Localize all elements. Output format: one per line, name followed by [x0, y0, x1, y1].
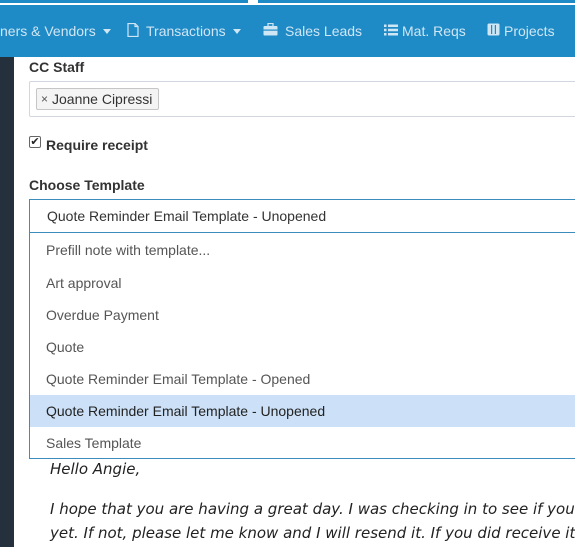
cc-staff-tag-label: Joanne Cipressi — [52, 91, 153, 107]
nav-projects[interactable]: Projects — [487, 20, 555, 42]
document-icon — [127, 22, 139, 40]
nav-sales-leads-label: Sales Leads — [285, 23, 363, 39]
choose-template-label: Choose Template — [29, 177, 145, 193]
remove-tag-icon[interactable]: × — [41, 89, 48, 109]
nav-mat-reqs[interactable]: Mat. Reqs — [384, 20, 466, 42]
chevron-down-icon — [232, 28, 241, 34]
template-option[interactable]: Sales Template — [30, 427, 575, 459]
email-body-line: I hope that you are having a great day. … — [50, 500, 575, 518]
list-icon — [384, 23, 398, 39]
nav-mat-reqs-label: Mat. Reqs — [402, 23, 466, 39]
template-option[interactable]: Prefill note with template... — [30, 233, 575, 267]
briefcase-icon — [263, 22, 278, 39]
cc-staff-label: CC Staff — [29, 59, 85, 75]
template-option[interactable]: Art approval — [30, 267, 575, 299]
nav-transactions[interactable]: Transactions — [127, 20, 241, 42]
email-body-line: yet. If not, please let me know and I wi… — [50, 524, 575, 542]
require-receipt-label[interactable]: Require receipt — [46, 137, 148, 153]
nav-projects-label: Projects — [504, 23, 555, 39]
nav-transactions-label: Transactions — [146, 23, 226, 39]
template-option[interactable]: Overdue Payment — [30, 299, 575, 331]
cc-staff-tag[interactable]: × Joanne Cipressi — [36, 88, 160, 110]
top-strip — [0, 0, 575, 5]
nav-sales-leads[interactable]: Sales Leads — [263, 20, 362, 42]
nav-customers-vendors[interactable]: ners & Vendors — [0, 20, 111, 42]
template-dropdown: Prefill note with template... Art approv… — [29, 233, 575, 459]
require-receipt-checkbox[interactable]: ✔ — [29, 136, 41, 148]
template-option-selected[interactable]: Quote Reminder Email Template - Unopened — [30, 395, 575, 427]
left-sidebar — [0, 57, 14, 547]
template-option[interactable]: Quote Reminder Email Template - Opened — [30, 363, 575, 395]
cc-staff-input[interactable]: × Joanne Cipressi — [29, 81, 575, 117]
chevron-down-icon — [102, 28, 111, 34]
columns-icon — [487, 23, 500, 39]
template-select[interactable]: Quote Reminder Email Template - Unopened — [29, 199, 575, 233]
template-option[interactable]: Quote — [30, 331, 575, 363]
email-greeting: Hello Angie, — [50, 460, 141, 478]
nav-customers-vendors-label: ners & Vendors — [0, 23, 96, 39]
